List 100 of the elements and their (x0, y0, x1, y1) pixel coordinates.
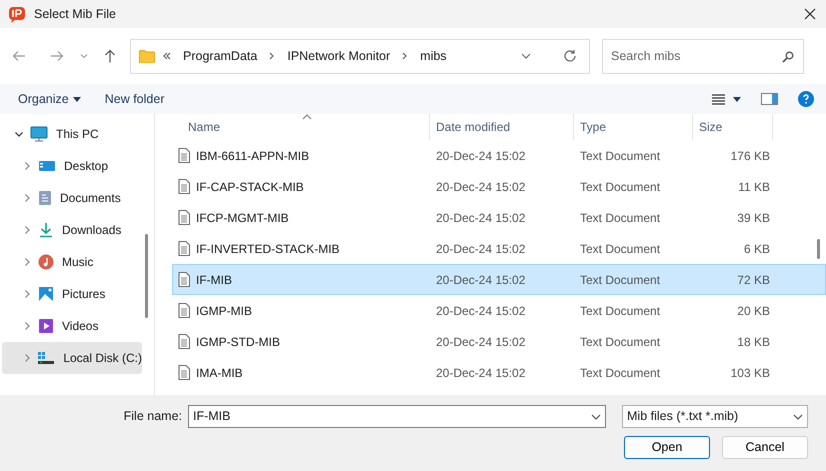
file-size: 20 KB (736, 302, 771, 320)
caret-icon (72, 96, 81, 102)
view-list-icon[interactable] (712, 94, 725, 104)
preview-pane-icon[interactable] (761, 93, 778, 105)
file-type: Text Document (579, 178, 662, 196)
date-modified: 20-Dec-24 15:02 (435, 210, 526, 226)
up-icon[interactable] (104, 49, 116, 63)
close-icon[interactable] (804, 8, 816, 20)
sidebar-item-label: Pictures (62, 286, 106, 303)
file-row[interactable]: IBM-6611-APPN-MIB 20-Dec-24 15:02 Text Document 176 KB (172, 140, 826, 171)
view-dropdown-icon[interactable] (733, 96, 741, 102)
sidebar-item-label: Downloads (62, 222, 122, 239)
file-name: IF-CAP-STACK-MIB (196, 178, 304, 196)
document-icon (178, 148, 190, 163)
search-icon[interactable] (782, 50, 794, 62)
document-icon (178, 241, 190, 256)
file-name-field[interactable]: IF-MIB (188, 405, 606, 428)
file-type: Text Document (579, 148, 662, 164)
monitor-icon (30, 126, 48, 142)
sidebar-item[interactable]: Music (2, 246, 142, 278)
file-row[interactable]: IF-MIB 20-Dec-24 15:02 Text Document 72 KB (172, 264, 826, 295)
file-row[interactable]: IMA-MIB 20-Dec-24 15:02 Text Document 103 KB (172, 357, 826, 388)
date-modified: 20-Dec-24 15:02 (435, 272, 526, 288)
cancel-button[interactable]: Cancel (722, 436, 808, 459)
download-icon (38, 222, 54, 238)
file-row[interactable]: IGMP-MIB 20-Dec-24 15:02 Text Document 20 KB (172, 295, 826, 326)
sidebar-item-label: Music (62, 254, 94, 271)
address-dropdown-icon[interactable] (521, 53, 531, 59)
scrollbar-thumb[interactable] (817, 239, 820, 259)
video-icon (38, 318, 54, 334)
date-modified: 20-Dec-24 15:02 (435, 302, 526, 320)
file-row[interactable]: IGMP-STD-MIB 20-Dec-24 15:02 Text Document 18 KB (172, 326, 826, 357)
sidebar-item[interactable]: Local Disk (C:) (2, 342, 142, 374)
date-modified: 20-Dec-24 15:02 (435, 178, 526, 196)
file-name: IGMP-MIB (196, 302, 252, 320)
date-modified: 20-Dec-24 15:02 (435, 334, 526, 350)
file-name: IF-INVERTED-STACK-MIB (196, 240, 340, 258)
search-field[interactable]: Search mibs (602, 38, 804, 74)
chevron-right-icon (22, 257, 32, 267)
chevron-down-icon (14, 129, 24, 139)
sidebar-item[interactable]: Pictures (2, 278, 142, 310)
address-bar[interactable]: ProgramData IPNetwork Monitor mibs (130, 38, 590, 74)
file-size: 103 KB (730, 364, 771, 382)
recent-dropdown-icon[interactable] (80, 53, 88, 59)
file-row[interactable]: IFCP-MGMT-MIB 20-Dec-24 15:02 Text Document 39 KB (172, 202, 826, 233)
file-size: 39 KB (736, 210, 771, 226)
file-size: 11 KB (737, 178, 771, 196)
document-icon (178, 334, 190, 349)
document-icon (178, 210, 190, 225)
sidebar-item-label: This PC (56, 126, 99, 143)
separator-chevron-icon (269, 52, 276, 60)
document-icon (178, 303, 190, 318)
dropdown-chevron-icon[interactable] (591, 414, 601, 420)
sidebar-item[interactable]: Desktop (2, 150, 142, 182)
sort-ascending-icon (302, 114, 312, 120)
file-name: IGMP-STD-MIB (196, 334, 280, 350)
file-type: Text Document (579, 210, 662, 226)
column-header[interactable]: Type (574, 114, 693, 140)
back-icon[interactable] (12, 50, 26, 62)
file-type: Text Document (579, 272, 662, 288)
sidebar-item[interactable]: Videos (2, 310, 142, 342)
sidebar-item-label: Videos (62, 318, 98, 335)
file-name: IMA-MIB (196, 364, 243, 382)
pictures-icon (38, 286, 54, 302)
file-size: 6 KB (742, 240, 771, 258)
file-row[interactable]: IF-INVERTED-STACK-MIB 20-Dec-24 15:02 Text Document 6 KB (172, 233, 826, 264)
sidebar-item[interactable]: This PC (2, 118, 142, 150)
documents-icon (38, 190, 52, 206)
overflow-chevrons-icon (163, 52, 171, 60)
file-type: Text Document (579, 334, 662, 350)
folder-icon (139, 49, 155, 63)
breadcrumb-item[interactable]: ProgramData (183, 46, 258, 66)
help-icon[interactable] (798, 91, 814, 107)
forward-icon[interactable] (50, 50, 64, 62)
sidebar-item[interactable]: Documents (2, 182, 142, 214)
file-name: IFCP-MGMT-MIB (196, 210, 289, 226)
breadcrumb-item[interactable]: IPNetwork Monitor (287, 46, 390, 66)
sidebar-item-label: Local Disk (C:) (63, 350, 142, 367)
file-row[interactable]: IF-CAP-STACK-MIB 20-Dec-24 15:02 Text Document 11 KB (172, 171, 826, 202)
open-button[interactable]: Open (624, 436, 710, 459)
sidebar-item[interactable]: Downloads (2, 214, 142, 246)
refresh-icon[interactable] (563, 49, 577, 63)
breadcrumb-item[interactable]: mibs (420, 46, 447, 66)
column-header[interactable]: Name (172, 114, 430, 140)
chevron-right-icon (22, 289, 32, 299)
column-header[interactable]: Date modified (430, 114, 574, 140)
sidebar-item-label: Desktop (64, 158, 108, 175)
file-type: Text Document (579, 302, 662, 320)
organize-menu[interactable]: Organize (18, 90, 81, 108)
new-folder-button[interactable]: New folder (104, 90, 164, 108)
date-modified: 20-Dec-24 15:02 (435, 364, 526, 382)
document-icon (178, 365, 190, 380)
column-header[interactable]: Size (693, 114, 773, 140)
file-type-dropdown[interactable]: Mib files (*.txt *.mib) (622, 405, 808, 428)
scrollbar-thumb[interactable] (145, 234, 148, 318)
document-icon (178, 179, 190, 194)
window-title: Select Mib File (34, 6, 116, 23)
file-type: Text Document (579, 364, 662, 382)
date-modified: 20-Dec-24 15:02 (435, 240, 526, 258)
dropdown-chevron-icon[interactable] (793, 414, 803, 420)
